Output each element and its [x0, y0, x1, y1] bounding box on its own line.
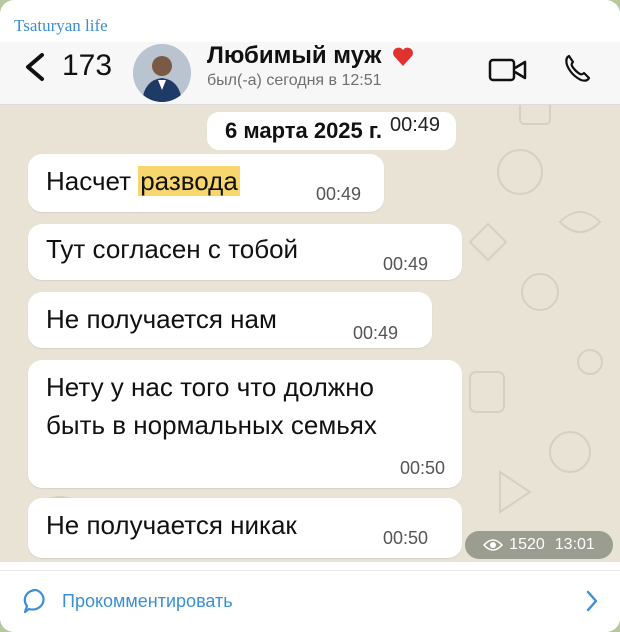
- message-time: 00:49: [353, 323, 399, 343]
- comment-bar[interactable]: Прокомментировать: [0, 570, 620, 632]
- highlighted-word: развода: [138, 166, 240, 196]
- message-time: 00:49: [316, 184, 362, 204]
- message-text-plain: Насчет: [46, 166, 139, 196]
- comment-bubble-icon: [23, 588, 45, 614]
- contact-name-text: Любимый муж: [207, 42, 382, 69]
- video-call-icon[interactable]: [488, 56, 528, 84]
- message-text: Не получается никак: [46, 510, 297, 540]
- message-bubble[interactable]: Не получается нам 00:49: [28, 292, 432, 348]
- message-text: Насчет развода: [46, 162, 240, 200]
- message-text-line-1: Нету у нас того что должно: [46, 372, 375, 402]
- avatar[interactable]: [133, 44, 191, 102]
- date-separator: 6 марта 2025 г. 00:49: [207, 112, 457, 150]
- contact-status: был(-а) сегодня в 12:51: [207, 72, 382, 89]
- message-text-line-2: быть в нормальных семьях: [46, 410, 377, 440]
- message-text: Тут согласен с тобой: [46, 234, 299, 264]
- views-badge: 1520 13:01: [465, 531, 613, 559]
- chat-header: 173 Любимый муж был(-а) сегодня в 12:51: [0, 42, 620, 105]
- date-separator-text: 6 марта 2025 г.: [225, 118, 382, 143]
- message-text: Не получается нам: [46, 304, 277, 334]
- telegram-post: Tsaturyan life 173 Любимый муж был(-а) с…: [0, 0, 620, 632]
- contact-name[interactable]: Любимый муж: [207, 42, 414, 70]
- message-bubble[interactable]: Не получается никак 00:50: [28, 498, 462, 558]
- channel-name[interactable]: Tsaturyan life: [14, 16, 108, 36]
- avatar-image: [133, 44, 191, 102]
- eye-icon: [483, 539, 504, 551]
- comment-button-label: Прокомментировать: [62, 591, 233, 611]
- message-bubble[interactable]: Тут согласен с тобой 00:49: [28, 224, 462, 280]
- message-time: 00:50: [400, 458, 446, 478]
- message-bubble[interactable]: Насчет развода 00:49: [28, 154, 384, 212]
- views-count: 1520: [509, 536, 545, 553]
- phone-icon[interactable]: [562, 52, 594, 84]
- message-time: 00:49: [383, 254, 429, 274]
- back-chevron-icon[interactable]: [22, 52, 48, 82]
- message-time: 00:50: [383, 528, 429, 548]
- date-separator-time: 00:49: [389, 113, 441, 136]
- chevron-right-icon: [586, 590, 598, 612]
- unread-count[interactable]: 173: [62, 49, 112, 83]
- message-bubble[interactable]: Нету у нас того что должно быть в нормал…: [28, 360, 462, 488]
- chat-screenshot: 173 Любимый муж был(-а) сегодня в 12:51: [0, 42, 620, 562]
- post-time: 13:01: [554, 536, 595, 553]
- heart-icon: [393, 47, 413, 66]
